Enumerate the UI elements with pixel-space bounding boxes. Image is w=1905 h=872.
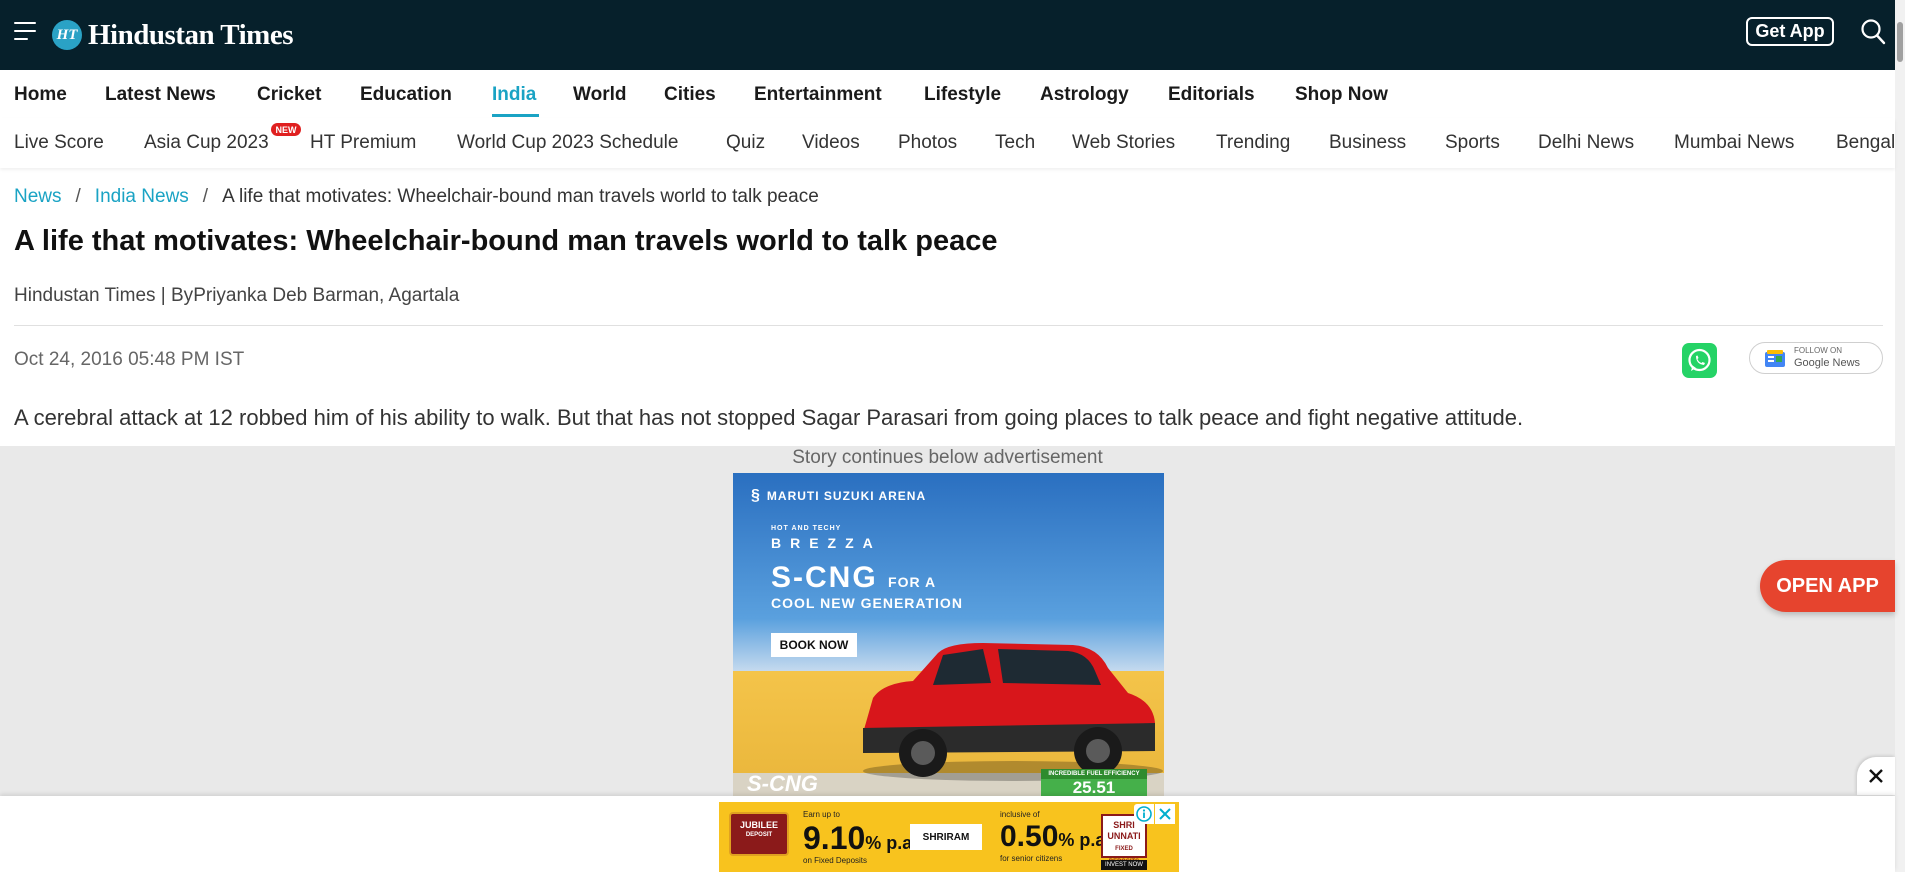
nav2-item-bengal[interactable]: Bengal bbox=[1836, 132, 1895, 154]
close-icon[interactable] bbox=[1857, 757, 1895, 795]
breadcrumb-separator: / bbox=[75, 186, 81, 207]
ad-model: BREZZA bbox=[771, 535, 882, 551]
nav-item-education[interactable]: Education bbox=[360, 84, 452, 106]
breadcrumb: News / India News / A life that motivates: W… bbox=[14, 186, 819, 208]
nav2-item-videos[interactable]: Videos bbox=[802, 132, 860, 154]
primary-nav: Home Latest News Cricket Education India… bbox=[0, 70, 1895, 119]
suzuki-logo-icon: § bbox=[751, 487, 761, 504]
ad-tagline: HOT AND TECHY bbox=[771, 525, 842, 532]
byline-source: Hindustan Times | By bbox=[14, 285, 194, 306]
byline-divider bbox=[14, 325, 1883, 326]
nav-item-cricket[interactable]: Cricket bbox=[257, 84, 321, 106]
site-logo[interactable]: HT Hindustan Times bbox=[52, 18, 294, 52]
senior-label: for senior citizens bbox=[1000, 854, 1063, 863]
new-badge: NEW bbox=[271, 123, 301, 136]
ad-subheadline: COOL NEW GENERATION bbox=[771, 595, 963, 611]
fd-rate: 9.10% p.a. bbox=[803, 820, 918, 856]
scrollbar-thumb[interactable] bbox=[1897, 22, 1903, 62]
nav-item-astrology[interactable]: Astrology bbox=[1040, 84, 1129, 106]
secondary-nav: Live Score Asia Cup 2023 NEW HT Premium … bbox=[0, 118, 1895, 168]
nav2-item-ht-premium[interactable]: HT Premium bbox=[310, 132, 416, 154]
senior-rate: 0.50% p.a. bbox=[1000, 820, 1111, 853]
article-byline: Hindustan Times | ByPriyanka Deb Barman,… bbox=[14, 285, 459, 307]
top-header: HT Hindustan Times Get App bbox=[0, 0, 1905, 70]
search-icon[interactable] bbox=[1860, 18, 1886, 46]
google-news-follow-button[interactable]: FOLLOW ON Google News bbox=[1749, 342, 1883, 374]
breadcrumb-india-news[interactable]: India News bbox=[95, 186, 189, 207]
fd-label: on Fixed Deposits bbox=[803, 856, 868, 865]
ad-brand: § MARUTI SUZUKI ARENA bbox=[751, 487, 927, 504]
nav2-item-photos[interactable]: Photos bbox=[898, 132, 957, 154]
hamburger-menu-icon[interactable] bbox=[14, 22, 38, 40]
nav-item-entertainment[interactable]: Entertainment bbox=[754, 84, 882, 106]
nav2-item-asia-cup-2023[interactable]: Asia Cup 2023 bbox=[144, 132, 269, 154]
get-app-button[interactable]: Get App bbox=[1746, 17, 1834, 46]
nav-item-world[interactable]: World bbox=[573, 84, 626, 106]
ad-caption: Story continues below advertisement bbox=[792, 447, 1103, 468]
nav2-item-live-score[interactable]: Live Score bbox=[14, 132, 104, 154]
google-news-follow-text: FOLLOW ON bbox=[1794, 346, 1843, 355]
ad-info-icon[interactable] bbox=[1134, 804, 1154, 824]
car-advertisement[interactable]: § MARUTI SUZUKI ARENA HOT AND TECHY BREZZ… bbox=[733, 473, 1164, 796]
shriram-logo: SHRIRAM bbox=[910, 824, 982, 850]
active-nav-underline bbox=[492, 114, 539, 117]
whatsapp-icon[interactable] bbox=[1682, 343, 1717, 378]
nav2-item-sports[interactable]: Sports bbox=[1445, 132, 1500, 154]
nav2-item-world-cup-schedule[interactable]: World Cup 2023 Schedule bbox=[457, 132, 678, 154]
earn-label: Earn up to bbox=[803, 810, 840, 819]
ad-headline: S-CNG FOR A bbox=[771, 561, 937, 594]
nav2-item-tech[interactable]: Tech bbox=[995, 132, 1035, 154]
article-date: Oct 24, 2016 05:48 PM IST bbox=[14, 349, 245, 370]
google-news-label: Google News bbox=[1794, 357, 1861, 369]
inclusive-label: inclusive of bbox=[1000, 810, 1040, 819]
page-scrollbar[interactable] bbox=[1895, 0, 1905, 872]
breadcrumb-news[interactable]: News bbox=[14, 186, 62, 207]
nav-item-latest-news[interactable]: Latest News bbox=[105, 84, 216, 106]
nav-item-cities[interactable]: Cities bbox=[664, 84, 716, 106]
nav2-item-web-stories[interactable]: Web Stories bbox=[1072, 132, 1175, 154]
nav2-item-trending[interactable]: Trending bbox=[1216, 132, 1290, 154]
ad-scng-badge: S-CNG bbox=[747, 771, 818, 796]
open-app-button[interactable]: OPEN APP bbox=[1760, 560, 1895, 612]
ad-efficiency-value: 25.51 bbox=[1041, 778, 1147, 796]
nav2-item-delhi-news[interactable]: Delhi News bbox=[1538, 132, 1634, 154]
car-image bbox=[863, 643, 1163, 781]
logo-badge: HT bbox=[52, 20, 82, 50]
nav2-item-business[interactable]: Business bbox=[1329, 132, 1406, 154]
fixed-deposit-banner-ad[interactable]: JUBILEE DEPOSIT Earn up to 9.10% p.a. on … bbox=[719, 802, 1179, 872]
invest-now-button[interactable]: INVEST NOW bbox=[1101, 860, 1147, 870]
nav-item-home[interactable]: Home bbox=[14, 84, 67, 106]
google-news-icon bbox=[1765, 350, 1785, 367]
nav-item-editorials[interactable]: Editorials bbox=[1168, 84, 1255, 106]
nav-item-india[interactable]: India bbox=[492, 84, 536, 106]
logo-text: Hindustan Times bbox=[88, 18, 294, 51]
nav2-item-quiz[interactable]: Quiz bbox=[726, 132, 765, 154]
byline-author[interactable]: Priyanka Deb Barman, Agartala bbox=[193, 285, 459, 306]
article-headline: A life that motivates: Wheelchair-bound … bbox=[14, 225, 998, 257]
jubilee-deposit-badge: JUBILEE DEPOSIT bbox=[729, 812, 789, 856]
breadcrumb-separator: / bbox=[202, 186, 209, 207]
article-summary: A cerebral attack at 12 robbed him of hi… bbox=[14, 405, 1524, 430]
nav2-item-mumbai-news[interactable]: Mumbai News bbox=[1674, 132, 1794, 154]
nav-item-lifestyle[interactable]: Lifestyle bbox=[924, 84, 1001, 106]
nav-item-shop-now[interactable]: Shop Now bbox=[1295, 84, 1388, 106]
ad-close-icon[interactable] bbox=[1155, 804, 1175, 824]
breadcrumb-current: A life that motivates: Wheelchair-bound … bbox=[222, 186, 819, 207]
